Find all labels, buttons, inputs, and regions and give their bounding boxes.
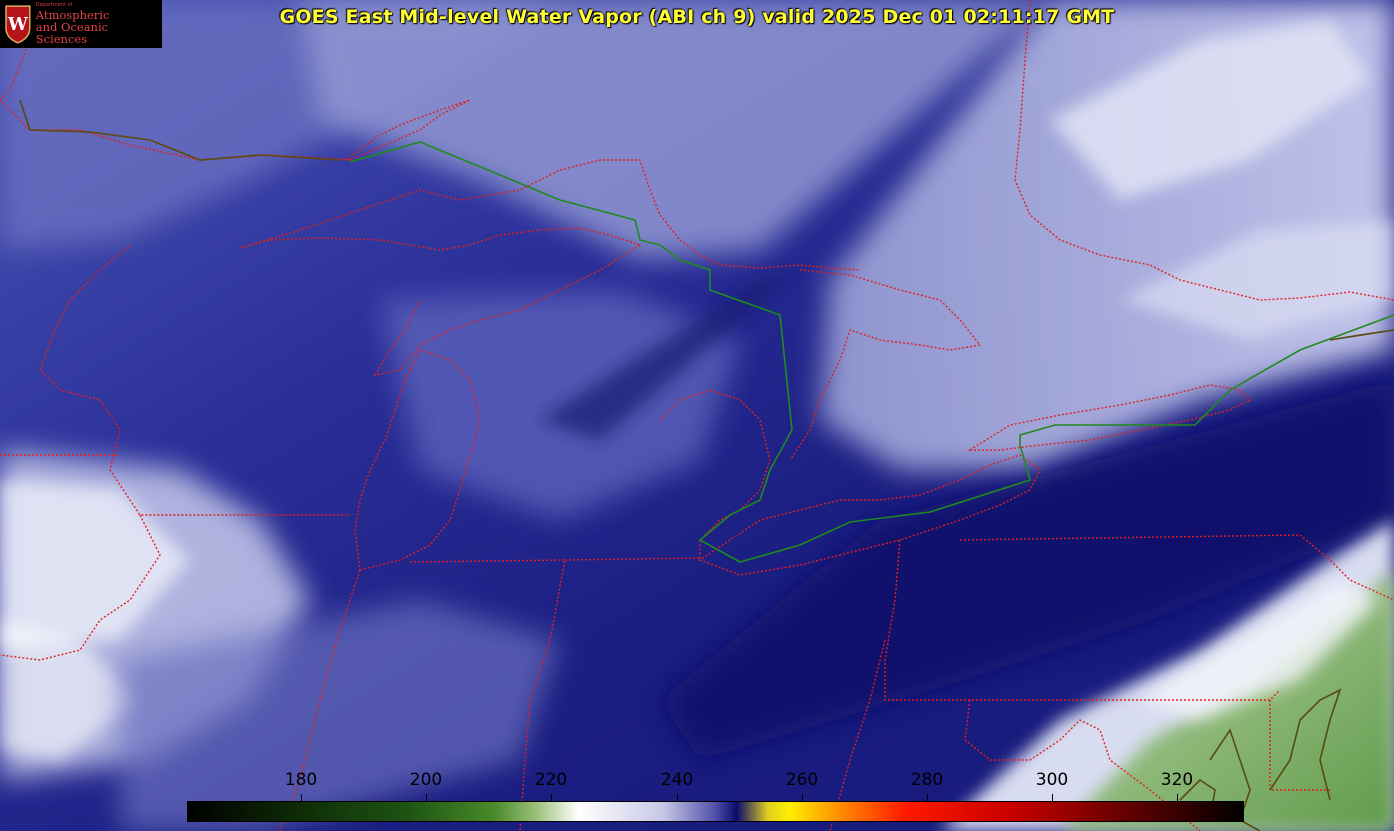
water-vapor-map [0, 0, 1394, 831]
colorbar-tick-label: 280 [910, 770, 944, 790]
satellite-view: W Department of Atmospheric and Oceanic … [0, 0, 1394, 831]
colorbar-tick-mark [927, 794, 928, 801]
colorbar-tick-mark [551, 794, 552, 801]
image-title: GOES East Mid-level Water Vapor (ABI ch … [279, 6, 1115, 28]
colorbar-tick-label: 200 [409, 770, 443, 790]
colorbar-tick-mark [426, 794, 427, 801]
colorbar-tick-mark [802, 794, 803, 801]
colorbar-tick-mark [301, 794, 302, 801]
temperature-colorbar [187, 801, 1244, 822]
colorbar-tick-mark [1052, 794, 1053, 801]
colorbar-tick-label: 220 [534, 770, 568, 790]
colorbar-tick-label: 240 [660, 770, 694, 790]
colorbar-tick-label: 180 [284, 770, 318, 790]
colorbar-tick-label: 260 [785, 770, 819, 790]
colorbar-tick-label: 300 [1035, 770, 1069, 790]
colorbar-tick-mark [1177, 794, 1178, 801]
colorbar-tick-label: 320 [1160, 770, 1194, 790]
colorbar-tick-mark [677, 794, 678, 801]
